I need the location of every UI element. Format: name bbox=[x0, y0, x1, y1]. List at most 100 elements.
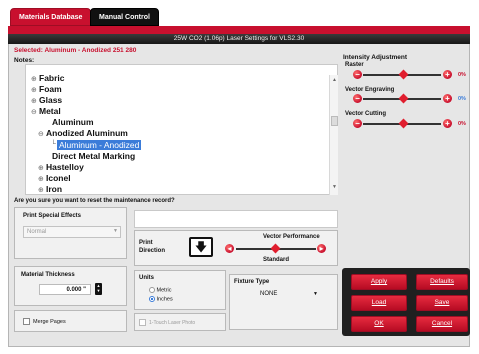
tree-item-glass[interactable]: ⊕ Glass bbox=[31, 95, 62, 105]
print-direction-button[interactable]: 🡇 bbox=[189, 237, 213, 257]
units-inches-label: Inches bbox=[156, 296, 173, 303]
expand-icon[interactable]: ⊕ bbox=[31, 86, 39, 94]
print-direction-label: Print Direction bbox=[139, 240, 166, 254]
down-arrow-icon: 🡇 bbox=[194, 240, 208, 254]
vector-performance-right-icon[interactable]: ▸ bbox=[317, 244, 326, 253]
print-effects-panel: Print Special Effects Normal ▼ bbox=[14, 207, 127, 259]
tree-item-direct-metal-marking[interactable]: Direct Metal Marking bbox=[44, 151, 135, 161]
reset-question: Are you sure you want to reset the maint… bbox=[14, 198, 175, 204]
scroll-up-icon[interactable]: ▲ bbox=[330, 77, 339, 83]
tab-materials-database[interactable]: Materials Database bbox=[10, 8, 92, 26]
vector-cutting-minus-icon[interactable]: − bbox=[353, 119, 362, 128]
tree-item-label: Anodized Aluminum bbox=[46, 128, 128, 138]
tree-scrollbar[interactable]: ▲ ▼ bbox=[329, 75, 338, 195]
tree-item-foam[interactable]: ⊕ Foam bbox=[31, 84, 62, 94]
material-thickness-title: Material Thickness bbox=[21, 272, 75, 278]
expand-icon[interactable]: ⊕ bbox=[38, 164, 46, 172]
ok-button[interactable]: OK bbox=[351, 316, 407, 332]
material-thickness-input[interactable]: 0.000 " bbox=[39, 284, 91, 295]
defaults-label: Defaults bbox=[430, 278, 454, 285]
raster-plus-icon[interactable]: + bbox=[443, 70, 452, 79]
thickness-stepper[interactable]: ▲ ▼ bbox=[95, 283, 102, 295]
material-tree[interactable]: ⊕ Fabric ⊕ Foam ⊕ Glass ⊖ Metal Aluminum ⊖ An… bbox=[25, 64, 338, 195]
units-inches-option[interactable]: Inches bbox=[149, 296, 173, 302]
one-touch-panel: 1-Touch Laser Photo bbox=[134, 313, 226, 331]
units-metric-label: Metric bbox=[156, 287, 172, 294]
vector-engraving-plus-icon[interactable]: + bbox=[443, 94, 452, 103]
vector-performance-left-icon[interactable]: ◂ bbox=[225, 244, 234, 253]
vector-cutting-value: 0% bbox=[458, 121, 466, 127]
vector-cutting-plus-icon[interactable]: + bbox=[443, 119, 452, 128]
collapse-icon[interactable]: ⊖ bbox=[38, 130, 46, 138]
chevron-down-icon: ▼ bbox=[313, 291, 318, 297]
tree-item-iron[interactable]: ⊕ Iron bbox=[38, 184, 62, 194]
tab-underline bbox=[8, 26, 470, 34]
expand-icon[interactable]: ⊕ bbox=[38, 186, 46, 194]
one-touch-label: 1-Touch Laser Photo bbox=[149, 319, 196, 326]
scroll-down-icon[interactable]: ▼ bbox=[330, 184, 339, 190]
vector-cutting-label: Vector Cutting bbox=[345, 111, 387, 117]
material-thickness-panel: Material Thickness 0.000 " ▲ ▼ bbox=[14, 266, 127, 306]
vector-engraving-minus-icon[interactable]: − bbox=[353, 94, 362, 103]
save-button[interactable]: Save bbox=[416, 295, 468, 311]
units-metric-option[interactable]: Metric bbox=[149, 287, 172, 293]
tree-item-label: Iron bbox=[46, 184, 63, 194]
fixture-type-dropdown[interactable]: NONE ▼ bbox=[252, 289, 322, 300]
scrollbar-thumb[interactable] bbox=[331, 116, 338, 126]
window-title: 25W CO2 (1.06p) Laser Settings for VLS2.… bbox=[8, 34, 470, 44]
tree-item-label: Iconel bbox=[46, 173, 71, 183]
vector-engraving-label: Vector Engraving bbox=[345, 87, 395, 93]
radio-icon[interactable] bbox=[149, 287, 155, 293]
load-button[interactable]: Load bbox=[351, 295, 407, 311]
fixture-type-panel: Fixture Type NONE ▼ bbox=[229, 274, 338, 330]
tree-connector-icon: └ bbox=[51, 141, 56, 148]
tab-manual-control[interactable]: Manual Control bbox=[90, 8, 159, 26]
ok-label: OK bbox=[374, 320, 384, 327]
expand-icon[interactable]: ⊕ bbox=[31, 75, 39, 83]
print-effects-dropdown[interactable]: Normal ▼ bbox=[23, 226, 121, 238]
print-effects-value: Normal bbox=[27, 229, 47, 235]
print-direction-panel: Print Direction 🡇 Vector Performance ◂ ▸… bbox=[134, 230, 338, 266]
collapse-icon[interactable]: ⊖ bbox=[31, 108, 39, 116]
tree-item-aluminum-anodized[interactable]: Aluminum - Anodized bbox=[57, 140, 142, 150]
tree-item-label: Fabric bbox=[39, 73, 65, 83]
vector-performance-value: Standard bbox=[263, 257, 290, 263]
defaults-button[interactable]: Defaults bbox=[416, 274, 468, 290]
notes-label: Notes: bbox=[14, 57, 35, 64]
tree-item-hastelloy[interactable]: ⊕ Hastelloy bbox=[38, 162, 84, 172]
checkbox-icon[interactable] bbox=[23, 318, 30, 325]
checkbox-icon[interactable] bbox=[139, 319, 146, 326]
message-field[interactable] bbox=[134, 210, 338, 228]
units-title: Units bbox=[139, 275, 154, 281]
merge-pages-checkbox[interactable]: Merge Pages bbox=[23, 318, 66, 325]
chevron-down-icon: ▼ bbox=[113, 228, 118, 234]
tree-item-iconel[interactable]: ⊕ Iconel bbox=[38, 173, 71, 183]
tree-item-aluminum[interactable]: Aluminum bbox=[44, 117, 94, 127]
load-label: Load bbox=[371, 299, 387, 306]
one-touch-checkbox[interactable]: 1-Touch Laser Photo bbox=[139, 319, 195, 326]
radio-selected-icon[interactable] bbox=[149, 296, 155, 302]
tree-item-label: Hastelloy bbox=[46, 162, 84, 172]
tree-item-label: Aluminum bbox=[52, 117, 94, 127]
tree-item-label: Foam bbox=[39, 84, 62, 94]
tree-item-metal[interactable]: ⊖ Metal bbox=[31, 106, 61, 116]
apply-label: Apply bbox=[370, 278, 388, 285]
stepper-down-icon[interactable]: ▼ bbox=[95, 288, 102, 293]
vector-performance-thumb[interactable] bbox=[270, 243, 281, 254]
tree-item-fabric[interactable]: ⊕ Fabric bbox=[31, 73, 65, 83]
merge-pages-panel: Merge Pages bbox=[14, 310, 127, 332]
raster-minus-icon[interactable]: − bbox=[353, 70, 362, 79]
merge-pages-label: Merge Pages bbox=[33, 318, 66, 325]
tree-item-anodized-aluminum[interactable]: ⊖ Anodized Aluminum bbox=[38, 128, 128, 138]
save-label: Save bbox=[434, 299, 450, 306]
selected-material-label: Selected: Aluminum - Anodized 251 280 bbox=[14, 47, 137, 54]
tree-item-label: Glass bbox=[39, 95, 63, 105]
tree-item-label: Direct Metal Marking bbox=[52, 151, 136, 161]
fixture-type-title: Fixture Type bbox=[234, 279, 270, 285]
expand-icon[interactable]: ⊕ bbox=[38, 175, 46, 183]
cancel-button[interactable]: Cancel bbox=[416, 316, 468, 332]
vector-engraving-value: 0% bbox=[458, 96, 466, 102]
apply-button[interactable]: Apply bbox=[351, 274, 407, 290]
expand-icon[interactable]: ⊕ bbox=[31, 97, 39, 105]
raster-value: 0% bbox=[458, 72, 466, 78]
